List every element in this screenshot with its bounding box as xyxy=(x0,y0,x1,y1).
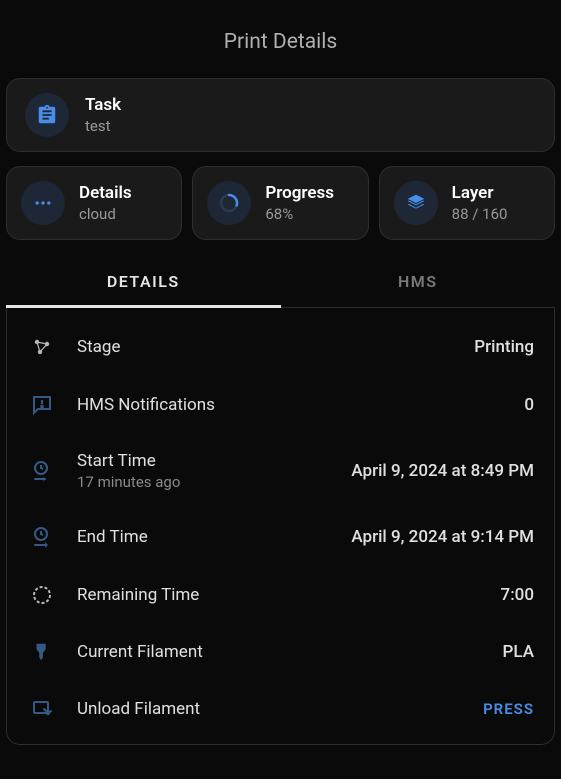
hms-label: HMS Notifications xyxy=(77,395,504,415)
clock-end-icon xyxy=(27,525,57,549)
row-current-filament: Current Filament PLA xyxy=(27,624,534,680)
unload-filament-label: Unload Filament xyxy=(77,699,463,719)
row-unload-filament: Unload Filament PRESS xyxy=(27,680,534,738)
task-value: test xyxy=(85,117,121,135)
stats-row: Details cloud Progress 68% Layer 88 / 16… xyxy=(6,166,555,240)
stage-icon xyxy=(27,335,57,359)
stat-layer-title: Layer xyxy=(452,183,508,203)
stat-details-value: cloud xyxy=(79,205,132,223)
stat-layer-value: 88 / 160 xyxy=(452,205,508,223)
current-filament-label: Current Filament xyxy=(77,642,483,662)
details-panel: Stage Printing HMS Notifications 0 Start… xyxy=(6,308,555,745)
end-time-value: April 9, 2024 at 9:14 PM xyxy=(351,527,534,547)
end-time-label: End Time xyxy=(77,527,331,547)
stat-layer[interactable]: Layer 88 / 160 xyxy=(379,166,555,240)
row-hms-notifications: HMS Notifications 0 xyxy=(27,376,534,434)
stat-details-title: Details xyxy=(79,183,132,203)
layers-icon xyxy=(394,181,438,225)
row-start-time: Start Time 17 minutes ago April 9, 2024 … xyxy=(27,434,534,508)
hms-value: 0 xyxy=(524,395,534,415)
remaining-time-label: Remaining Time xyxy=(77,585,481,605)
task-title: Task xyxy=(85,95,121,115)
tab-details[interactable]: DETAILS xyxy=(6,258,281,308)
start-time-value: April 9, 2024 at 8:49 PM xyxy=(351,461,534,481)
stat-progress-value: 68% xyxy=(265,205,334,223)
start-time-sublabel: 17 minutes ago xyxy=(77,473,331,491)
current-filament-value: PLA xyxy=(503,642,534,662)
tab-hms[interactable]: HMS xyxy=(281,258,556,307)
stat-progress[interactable]: Progress 68% xyxy=(192,166,368,240)
row-remaining-time: Remaining Time 7:00 xyxy=(27,566,534,624)
alert-icon xyxy=(27,393,57,417)
progress-icon xyxy=(207,181,251,225)
unload-icon xyxy=(27,697,57,721)
remaining-time-value: 7:00 xyxy=(501,585,534,605)
dots-icon xyxy=(21,181,65,225)
tabs: DETAILS HMS xyxy=(6,258,555,308)
stat-details[interactable]: Details cloud xyxy=(6,166,182,240)
stat-progress-title: Progress xyxy=(265,183,334,203)
row-end-time: End Time April 9, 2024 at 9:14 PM xyxy=(27,508,534,566)
unload-filament-button[interactable]: PRESS xyxy=(483,700,534,718)
clock-start-icon xyxy=(27,459,57,483)
stage-value: Printing xyxy=(474,337,534,357)
task-card[interactable]: Task test xyxy=(6,78,555,152)
stage-label: Stage xyxy=(77,337,454,357)
row-stage: Stage Printing xyxy=(27,318,534,376)
filament-icon xyxy=(27,641,57,663)
page-title: Print Details xyxy=(6,0,555,78)
start-time-label: Start Time xyxy=(77,451,331,471)
clipboard-icon xyxy=(25,93,69,137)
timer-icon xyxy=(27,583,57,607)
